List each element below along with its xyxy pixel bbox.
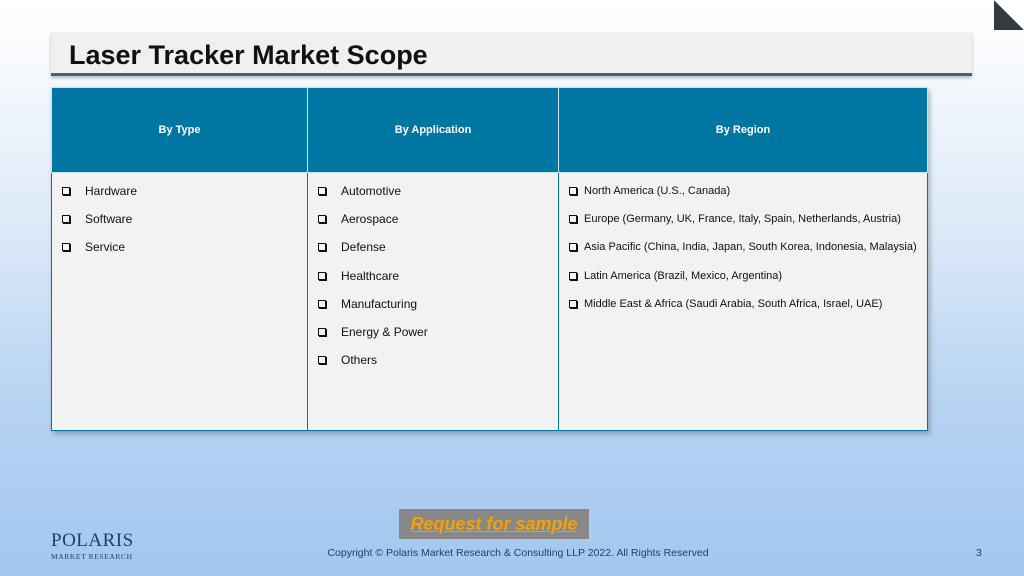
header-by-application: By Application [307, 87, 559, 173]
list-item-label: Asia Pacific (China, India, Japan, South… [584, 241, 917, 254]
list-item-label: Service [85, 240, 126, 255]
checkbox-bullet-icon [569, 215, 577, 224]
checkbox-bullet-icon [318, 243, 326, 252]
list-item: Others [318, 352, 558, 380]
checkbox-bullet-icon [569, 299, 577, 308]
checkbox-bullet-icon [318, 356, 326, 365]
copyright-text: Copyright © Polaris Market Research & Co… [327, 547, 709, 559]
application-cell: Automotive Aerospace Defense Healthcare Manu… [307, 172, 559, 431]
list-item-label: Europe (Germany, UK, France, Italy, Spai… [584, 213, 901, 226]
list-item-label: Defense [341, 240, 386, 255]
checkbox-bullet-icon [62, 215, 70, 224]
checkbox-bullet-icon [569, 243, 577, 252]
type-cell: Hardware Software Service [51, 172, 308, 431]
type-list: Hardware Software Service [62, 183, 307, 268]
checkbox-bullet-icon [318, 299, 326, 308]
header-by-type: By Type [51, 87, 308, 173]
market-scope-table: By Type By Application By Region Hardwar… [51, 87, 928, 431]
list-item-label: Software [85, 212, 133, 227]
list-item-label: Middle East & Africa (Saudi Arabia, Sout… [584, 297, 883, 310]
page-number: 3 [976, 547, 982, 559]
checkbox-bullet-icon [569, 187, 577, 195]
list-item: Aerospace [318, 211, 558, 239]
list-item-label: Automotive [341, 184, 402, 198]
region-list: North America (U.S., Canada) Europe (Germ… [569, 183, 927, 324]
list-item: Hardware [62, 183, 307, 211]
checkbox-bullet-icon [318, 215, 326, 224]
checkbox-bullet-icon [318, 327, 326, 336]
list-item: Defense [318, 239, 558, 267]
page-corner-fold-icon [994, 0, 1024, 30]
checkbox-bullet-icon [62, 187, 70, 195]
list-item: Service [62, 239, 307, 267]
checkbox-bullet-icon [569, 271, 577, 280]
list-item: Energy & Power [318, 324, 558, 352]
checkbox-bullet-icon [318, 271, 326, 280]
list-item: Automotive [318, 183, 558, 211]
list-item: Middle East & Africa (Saudi Arabia, Sout… [569, 296, 927, 324]
list-item: North America (U.S., Canada) [569, 183, 927, 211]
list-item-label: Aerospace [341, 212, 399, 227]
header-by-region: By Region [558, 87, 928, 173]
list-item: Asia Pacific (China, India, Japan, South… [569, 239, 927, 267]
application-list: Automotive Aerospace Defense Healthcare Manu… [318, 183, 558, 380]
list-item-label: Manufacturing [341, 296, 418, 311]
list-item-label: Hardware [85, 184, 138, 198]
checkbox-bullet-icon [62, 243, 70, 252]
region-cell: North America (U.S., Canada) Europe (Germ… [558, 172, 928, 431]
list-item-label: Healthcare [341, 268, 400, 283]
table-body-row: Hardware Software Service Automotive Aerosp… [51, 172, 928, 431]
title-bar: Laser Tracker Market Scope [51, 32, 972, 76]
list-item-label: Energy & Power [341, 324, 428, 339]
table-header-row: By Type By Application By Region [51, 87, 928, 173]
list-item-label: North America (U.S., Canada) [584, 185, 731, 197]
list-item: Europe (Germany, UK, France, Italy, Spai… [569, 211, 927, 239]
list-item: Manufacturing [318, 296, 558, 324]
list-item-label: Others [341, 353, 378, 368]
list-item: Software [62, 211, 307, 239]
list-item-label: Latin America (Brazil, Mexico, Argentina… [584, 269, 783, 282]
list-item: Latin America (Brazil, Mexico, Argentina… [569, 268, 927, 296]
list-item: Healthcare [318, 268, 558, 296]
request-sample-button[interactable]: Request for sample [399, 509, 589, 539]
slide-title: Laser Tracker Market Scope [69, 40, 428, 70]
checkbox-bullet-icon [318, 187, 326, 195]
